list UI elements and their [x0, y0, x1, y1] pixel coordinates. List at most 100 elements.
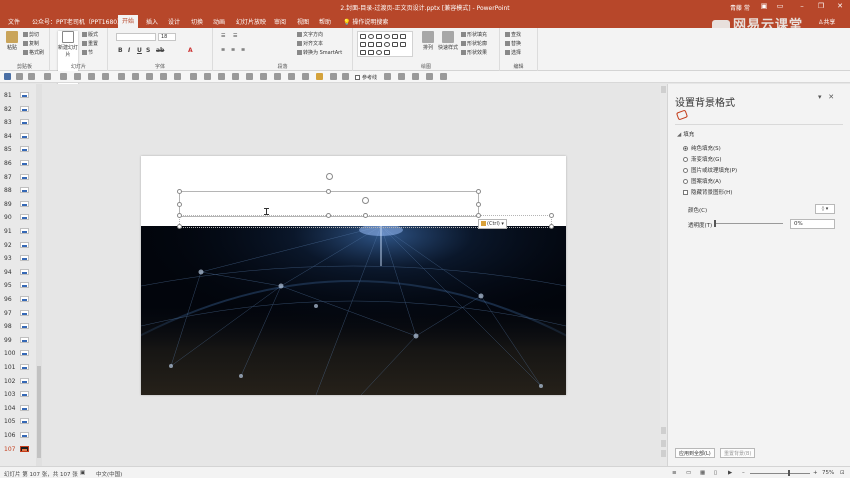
share-button[interactable]: ♙共享	[818, 17, 835, 26]
normal-view-icon[interactable]: ▭	[686, 470, 691, 476]
transparency-input[interactable]: 0%	[790, 219, 835, 229]
proofing-icon[interactable]: ▣	[80, 470, 85, 476]
find-button[interactable]: 查找	[505, 31, 521, 38]
zoom-out-icon[interactable]: –	[742, 470, 745, 476]
radio-gradient-fill[interactable]: 渐变填充(G)	[683, 155, 722, 163]
rotate-handle-2-icon[interactable]	[362, 197, 369, 204]
align-tool-4-icon[interactable]	[232, 73, 239, 80]
slide-sorter-icon[interactable]: ▦	[700, 470, 705, 476]
align-center-icon[interactable]: ≡	[231, 47, 235, 53]
resize-handle-bc2[interactable]	[363, 213, 368, 218]
restore-icon[interactable]: ❐	[815, 1, 827, 12]
text-direction-button[interactable]: 文字方向	[297, 31, 323, 38]
zoom-slider-knob[interactable]	[788, 470, 790, 476]
zoom-slider[interactable]	[750, 470, 810, 476]
triangle-shape-icon[interactable]	[392, 34, 398, 39]
radio-picture-fill[interactable]: 图片或纹理填充(P)	[683, 166, 737, 174]
slide-preview[interactable]	[20, 418, 29, 425]
slide-thumbnail[interactable]: 105	[0, 414, 34, 428]
prev-slide-icon[interactable]	[661, 440, 666, 447]
fit-to-window-icon[interactable]: ⊡	[840, 470, 845, 476]
arrow2-shape-icon[interactable]	[360, 42, 366, 47]
arc-shape-icon[interactable]	[384, 34, 390, 39]
zoom-level[interactable]: 75%	[822, 470, 834, 476]
hide-background-checkbox[interactable]	[683, 190, 688, 195]
qat-tool-3-icon[interactable]	[88, 73, 95, 80]
tab-animations[interactable]: 动画	[213, 17, 225, 26]
slide-thumbnail[interactable]: 97	[0, 306, 34, 320]
apply-to-all-button[interactable]: 应用到全部(L)	[675, 448, 715, 458]
slide-thumbnail[interactable]: 87	[0, 170, 34, 184]
slide-thumbnail[interactable]: 92	[0, 238, 34, 252]
globe-network-image[interactable]	[141, 226, 566, 395]
slide-thumbnail[interactable]: 104	[0, 401, 34, 415]
slide-thumbnail[interactable]: 98	[0, 319, 34, 333]
star-shape-icon[interactable]	[392, 42, 398, 47]
slide-preview[interactable]	[20, 200, 29, 207]
slide-preview[interactable]	[20, 404, 29, 411]
resize-handle-mr[interactable]	[476, 202, 481, 207]
italic-button[interactable]: I	[128, 47, 130, 54]
scroll-thumb[interactable]	[661, 427, 666, 434]
paste-button[interactable]: 粘贴	[3, 31, 21, 51]
tab-public-account[interactable]: 公众号：PPT老司机（PPT1680）	[32, 17, 123, 26]
font-name-box[interactable]	[116, 33, 156, 41]
align-left-icon[interactable]: ≡	[221, 47, 225, 53]
align-tool-6-icon[interactable]	[260, 73, 267, 80]
align-tool-1-icon[interactable]	[190, 73, 197, 80]
pane-close-icon[interactable]: ✕	[828, 93, 834, 101]
align-text-button[interactable]: 对齐文本	[297, 40, 323, 47]
slide-preview[interactable]	[20, 119, 29, 126]
pane-options-icon[interactable]: ▾	[818, 93, 822, 101]
qat-tool-8-icon[interactable]	[174, 73, 181, 80]
qat-tool-6-icon[interactable]	[146, 73, 153, 80]
qat-tool-5-icon[interactable]	[132, 73, 139, 80]
slide-thumbnail[interactable]: 94	[0, 265, 34, 279]
rotate-handle-icon[interactable]	[326, 173, 333, 180]
slide-preview[interactable]	[20, 350, 29, 357]
slide-preview[interactable]	[20, 391, 29, 398]
slide-preview[interactable]	[20, 432, 29, 438]
slide-thumbnail[interactable]: 99	[0, 333, 34, 347]
qat-tool-14-icon[interactable]	[426, 73, 433, 80]
language-status[interactable]: 中文(中国)	[96, 470, 122, 478]
reset-background-button[interactable]: 重置背景(B)	[720, 448, 756, 458]
shapes-gallery[interactable]	[357, 31, 413, 57]
slide-preview[interactable]	[20, 228, 29, 234]
font-size-box[interactable]: 18	[158, 33, 176, 41]
flow-shape-icon[interactable]	[368, 50, 374, 55]
resize-handle-bl2[interactable]	[177, 224, 182, 229]
start-slideshow-icon[interactable]	[44, 73, 51, 80]
qat-tool-12-icon[interactable]	[398, 73, 405, 80]
tab-slideshow[interactable]: 幻灯片放映	[236, 17, 266, 26]
slide-thumbnail[interactable]: 101	[0, 360, 34, 374]
numbering-icon[interactable]: ☰	[233, 33, 237, 39]
resize-handle-br3[interactable]	[549, 224, 554, 229]
thumbnail-scroll-thumb[interactable]	[37, 366, 41, 458]
slide-preview[interactable]	[20, 364, 29, 370]
slide-preview[interactable]	[20, 173, 29, 180]
arrange-button[interactable]: 排列	[419, 31, 437, 51]
replace-button[interactable]: 替换	[505, 40, 521, 47]
shape-effects-button[interactable]: 形状效果	[461, 49, 487, 56]
slide-thumbnail[interactable]: 96	[0, 292, 34, 306]
paste-options-tag[interactable]: (Ctrl) ▾	[478, 219, 507, 229]
slide-thumbnail[interactable]: 85	[0, 142, 34, 156]
slide-thumbnail[interactable]: 103	[0, 387, 34, 401]
line-shape-icon[interactable]	[376, 34, 382, 39]
connector-shape-icon[interactable]	[368, 42, 374, 47]
zoom-in-icon[interactable]: +	[813, 470, 818, 476]
resize-handle-tr[interactable]	[476, 189, 481, 194]
qat-more-icon[interactable]	[440, 73, 447, 80]
slide-thumbnail[interactable]: 102	[0, 374, 34, 388]
strikethrough-button[interactable]: ab	[156, 47, 164, 54]
slide-thumbnail[interactable]: 81	[0, 88, 34, 102]
resize-handle-br[interactable]	[476, 213, 481, 218]
transparency-slider[interactable]	[714, 220, 783, 227]
slide-preview[interactable]	[20, 187, 29, 194]
slide-preview[interactable]	[20, 241, 29, 248]
font-color-button[interactable]: A	[188, 47, 193, 54]
banner-shape-icon[interactable]	[384, 50, 390, 55]
qat-tool-1-icon[interactable]	[60, 73, 67, 80]
tab-home[interactable]: 开始	[118, 15, 139, 28]
